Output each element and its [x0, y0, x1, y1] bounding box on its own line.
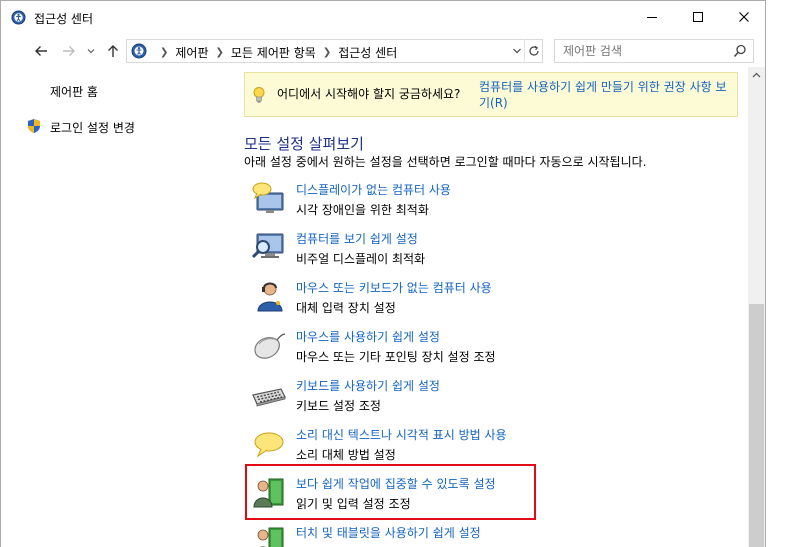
scroll-up-button[interactable]: [748, 67, 765, 84]
item-title-link[interactable]: 터치 및 태블릿을 사용하기 쉽게 설정: [296, 524, 481, 541]
forward-button[interactable]: [60, 42, 78, 60]
chevron-down-icon: [87, 49, 95, 54]
item-title-link[interactable]: 소리 대신 텍스트나 시각적 표시 방법 사용: [296, 426, 507, 443]
item-description: 시각 장애인을 위한 최적화: [296, 203, 429, 217]
scrollbar-thumb[interactable]: [749, 304, 764, 547]
forward-arrow-icon: [63, 46, 75, 56]
mouse-icon: [254, 333, 286, 359]
breadcrumb-all-items[interactable]: 모든 제어판 항목: [231, 44, 316, 61]
back-arrow-icon: [35, 46, 47, 56]
control-panel-icon: [131, 43, 147, 59]
chevron-up-icon: [752, 72, 761, 78]
highlight-box: [245, 464, 536, 520]
keyboard-icon: [252, 388, 286, 407]
item-description: 키보드 설정 조정: [296, 399, 381, 413]
refresh-icon: [528, 45, 539, 56]
list-item-easy-to-see: 컴퓨터를 보기 쉽게 설정 비주얼 디스플레이 최적화: [251, 230, 541, 274]
address-history-button[interactable]: [510, 39, 524, 63]
desktop-background: [767, 0, 785, 547]
lightbulb-icon: [253, 87, 265, 103]
speech-bubble-icon: [254, 432, 284, 458]
breadcrumb-separator-icon[interactable]: ❯: [160, 47, 168, 58]
window-title: 접근성 센터: [34, 12, 94, 26]
item-title-link[interactable]: 디스플레이가 없는 컴퓨터 사용: [296, 181, 451, 198]
breadcrumb: ❯ 제어판 ❯ 모든 제어판 항목 ❯ 접근성 센터: [153, 44, 397, 61]
search-input[interactable]: [563, 43, 723, 59]
up-arrow-icon: [108, 45, 118, 57]
close-icon: [739, 12, 749, 22]
refresh-button[interactable]: [524, 39, 542, 63]
user-book-icon: [257, 527, 284, 547]
breadcrumb-separator-icon[interactable]: ❯: [216, 47, 224, 58]
change-login-settings-link[interactable]: 로그인 설정 변경: [50, 119, 135, 136]
item-title-link[interactable]: 마우스 또는 키보드가 없는 컴퓨터 사용: [296, 279, 492, 296]
item-description: 비주얼 디스플레이 최적화: [296, 252, 426, 266]
search-box[interactable]: [554, 39, 754, 63]
control-panel-window: 접근성 센터 ❯ 제어판 ❯ 모든 제어판 항목 ❯ 접근성 센터 제어판 검색…: [0, 0, 766, 547]
tip-banner: 어디에서 시작해야 할지 궁금하세요? 컴퓨터를 사용하기 쉽게 만들기 위한 …: [244, 72, 738, 117]
monitor-speech-icon: [252, 182, 284, 213]
list-item-keyboard: 키보드를 사용하기 쉽게 설정 키보드 설정 조정: [251, 377, 541, 421]
shield-icon: [28, 119, 40, 133]
minimize-button[interactable]: [629, 1, 675, 33]
title-bar[interactable]: 접근성 센터: [1, 1, 765, 35]
section-title: 모든 설정 살펴보기: [244, 135, 364, 153]
up-button[interactable]: [104, 42, 122, 60]
list-item-no-mouse-keyboard: 마우스 또는 키보드가 없는 컴퓨터 사용 대체 입력 장치 설정: [251, 279, 541, 323]
maximize-icon: [693, 12, 703, 22]
item-description: 소리 대체 방법 설정: [296, 448, 396, 462]
monitor-magnifier-icon: [251, 233, 284, 259]
item-title-link[interactable]: 컴퓨터를 보기 쉽게 설정: [296, 230, 418, 247]
maximize-button[interactable]: [675, 1, 721, 33]
recent-locations-button[interactable]: [85, 42, 97, 60]
user-headset-icon: [257, 282, 283, 312]
close-button[interactable]: [721, 1, 767, 33]
tip-text: 어디에서 시작해야 할지 궁금하세요?: [277, 87, 461, 101]
chevron-down-icon: [513, 48, 521, 54]
breadcrumb-separator-icon[interactable]: ❯: [323, 47, 331, 58]
item-description: 대체 입력 장치 설정: [296, 301, 396, 315]
minimize-icon: [647, 17, 657, 18]
accessibility-center-icon: [11, 10, 26, 25]
vertical-scrollbar[interactable]: [748, 67, 765, 547]
list-item-no-display: 디스플레이가 없는 컴퓨터 사용 시각 장애인을 위한 최적화: [251, 181, 541, 225]
list-item-mouse: 마우스를 사용하기 쉽게 설정 마우스 또는 기타 포인팅 장치 설정 조정: [251, 328, 541, 372]
breadcrumb-accessibility-center[interactable]: 접근성 센터: [338, 44, 397, 61]
left-pane: 제어판 홈 로그인 설정 변경: [1, 69, 231, 547]
item-description: 마우스 또는 기타 포인팅 장치 설정 조정: [296, 350, 496, 364]
back-button[interactable]: [32, 42, 50, 60]
address-bar[interactable]: ❯ 제어판 ❯ 모든 제어판 항목 ❯ 접근성 센터: [126, 39, 543, 63]
item-title-link[interactable]: 마우스를 사용하기 쉽게 설정: [296, 328, 440, 345]
control-panel-home-link[interactable]: 제어판 홈: [50, 83, 98, 100]
breadcrumb-control-panel[interactable]: 제어판: [175, 44, 208, 61]
recommendations-link[interactable]: 컴퓨터를 사용하기 쉽게 만들기 위한 권장 사항 보기(R): [479, 79, 735, 111]
item-title-link[interactable]: 키보드를 사용하기 쉽게 설정: [296, 377, 440, 394]
list-item-touch-tablet: 터치 및 태블릿을 사용하기 쉽게 설정: [251, 524, 541, 547]
search-icon[interactable]: [733, 44, 747, 58]
section-description: 아래 설정 중에서 원하는 설정을 선택하면 로그인할 때마다 자동으로 시작됩…: [244, 155, 647, 169]
